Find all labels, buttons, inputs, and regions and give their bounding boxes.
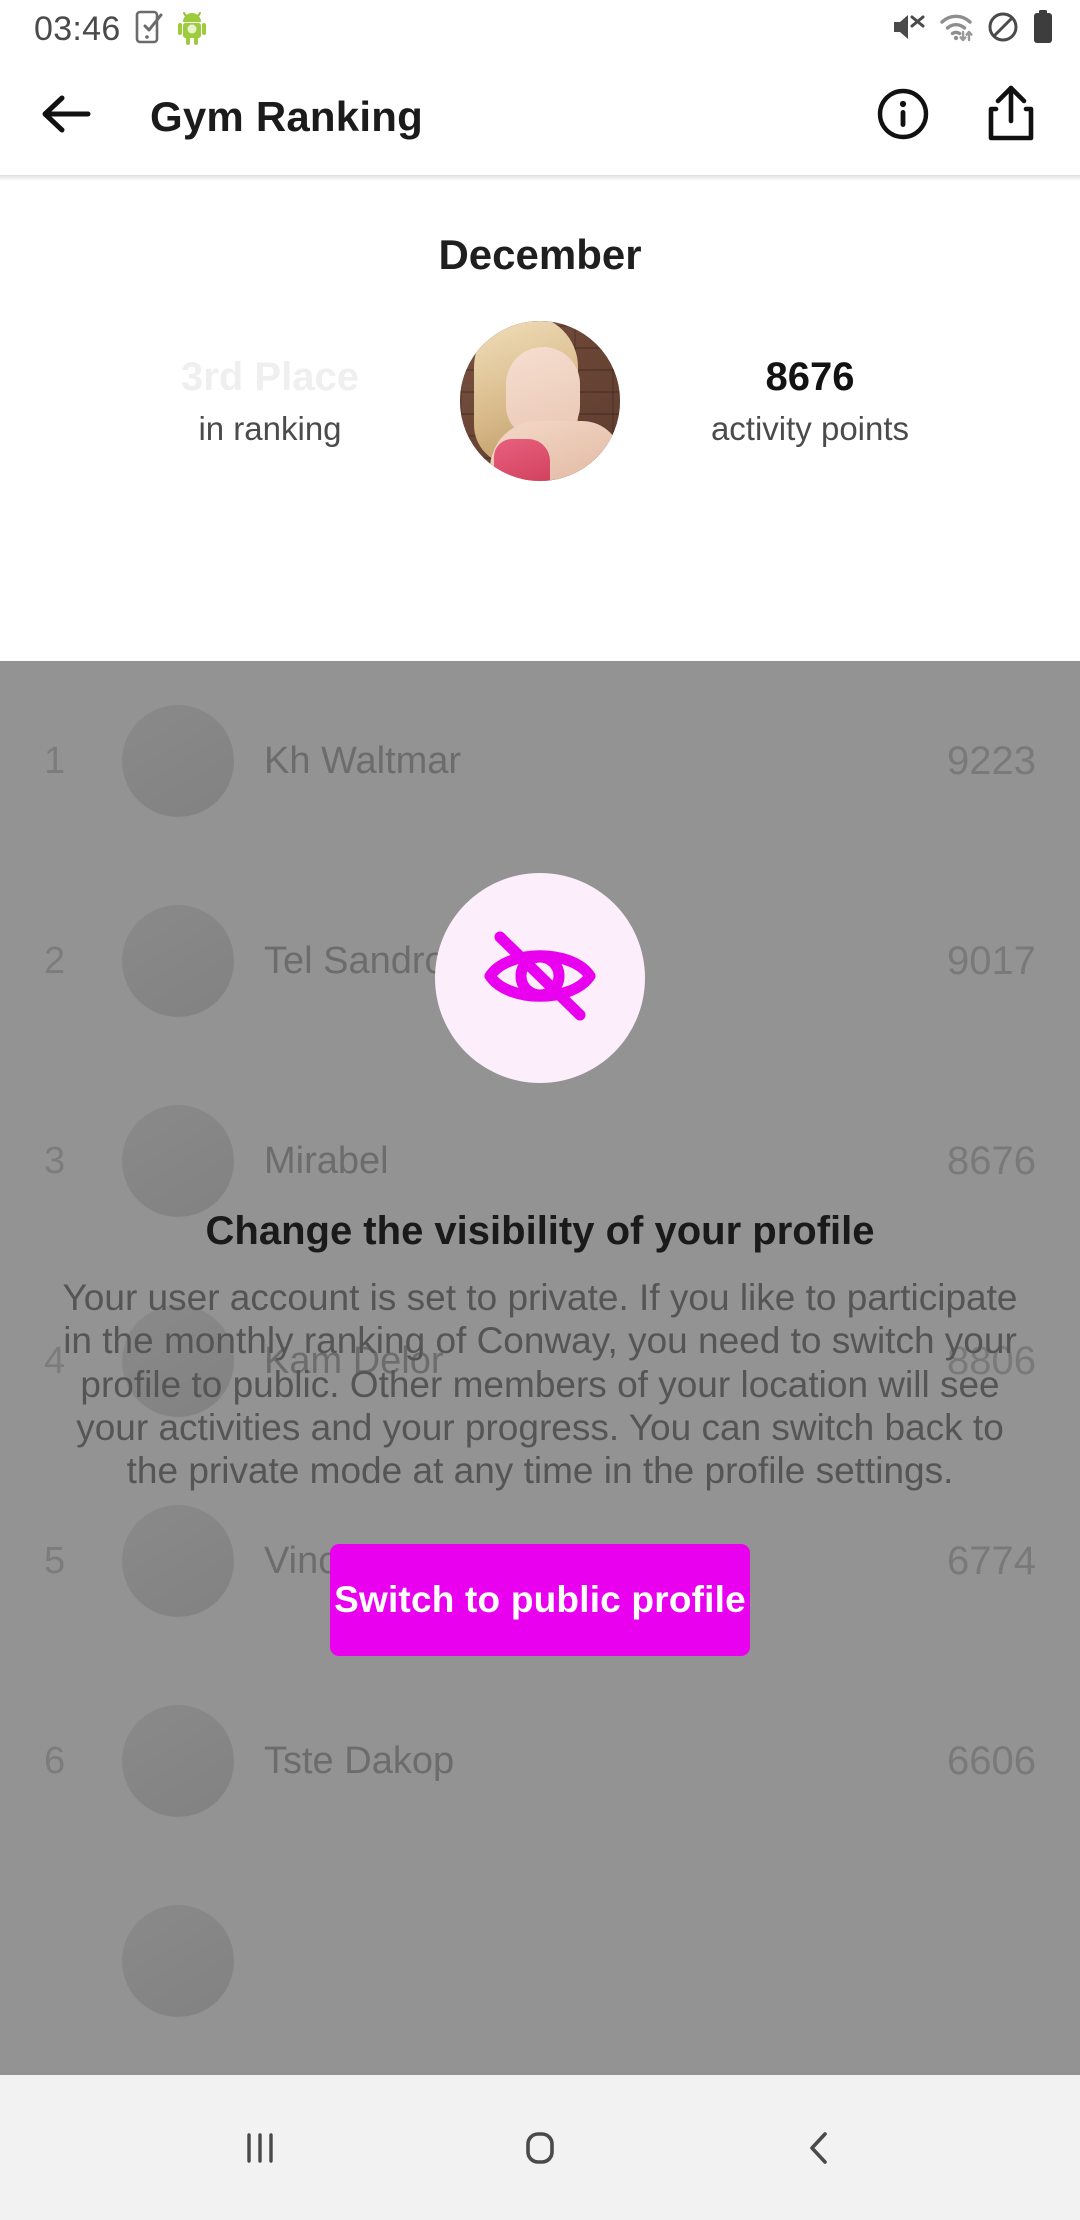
android-mascot-icon <box>177 9 207 50</box>
summary-stats-row: 3rd Place in ranking 8676 activity point… <box>0 321 1080 481</box>
wifi-icon <box>938 11 974 48</box>
status-bar-right <box>891 9 1054 49</box>
app-bar-actions <box>876 85 1036 148</box>
battery-icon <box>1032 9 1054 49</box>
back-icon[interactable] <box>760 2088 880 2208</box>
summary-section: December 3rd Place in ranking 8676 activ… <box>0 181 1080 661</box>
rank-caption: in ranking <box>198 409 342 447</box>
status-bar-left: 03:46 <box>34 9 207 50</box>
switch-to-public-profile-button[interactable]: Switch to public profile <box>330 1544 750 1657</box>
screenshot-capture-icon <box>135 10 163 49</box>
mute-icon <box>891 11 925 48</box>
info-icon[interactable] <box>876 87 930 146</box>
back-arrow-icon[interactable] <box>40 92 92 141</box>
points-stat: 8676 activity points <box>630 352 990 451</box>
points-value: 8676 <box>765 354 855 399</box>
points-caption: activity points <box>710 409 910 447</box>
modal-title: Change the visibility of your profile <box>205 1209 875 1253</box>
avatar-top <box>494 439 550 481</box>
page-title: Gym Ranking <box>150 92 423 140</box>
recents-icon[interactable] <box>200 2088 320 2208</box>
app-bar: Gym Ranking <box>0 58 1080 175</box>
visibility-modal-overlay: Change the visibility of your profile Yo… <box>0 661 1080 2075</box>
system-nav-bar <box>0 2075 1080 2220</box>
rank-stat: 3rd Place in ranking <box>90 352 450 451</box>
eye-off-icon <box>480 927 600 1030</box>
status-bar-clock: 03:46 <box>34 9 121 48</box>
month-label: December <box>438 231 642 278</box>
avatar-wrapper <box>450 321 630 481</box>
modal-body: Your user account is set to private. If … <box>62 1277 1018 1492</box>
status-bar: 03:46 <box>0 0 1080 58</box>
eye-off-icon-badge <box>435 873 645 1083</box>
avatar <box>460 321 620 481</box>
do-not-disturb-icon <box>987 11 1019 48</box>
rank-value: 3rd Place <box>181 354 359 399</box>
home-icon[interactable] <box>480 2088 600 2208</box>
share-icon[interactable] <box>986 85 1036 148</box>
